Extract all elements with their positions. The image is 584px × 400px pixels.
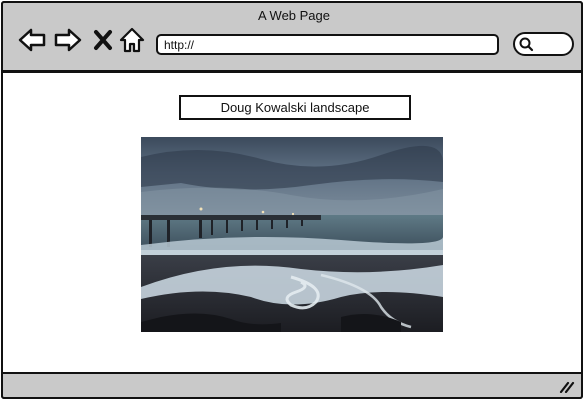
window-title: A Web Page	[257, 8, 331, 23]
search-icon	[519, 37, 534, 52]
page-heading: Doug Kowalski landscape	[179, 95, 411, 120]
browser-statusbar	[1, 372, 583, 399]
resize-grip-icon[interactable]	[559, 379, 575, 393]
browser-window: A Web Page http:// Doug Kowalski landsca…	[0, 0, 584, 400]
close-icon[interactable]	[92, 25, 114, 55]
forward-arrow-icon[interactable]	[53, 25, 83, 55]
search-input[interactable]	[513, 32, 574, 56]
address-bar[interactable]: http://	[156, 34, 499, 55]
browser-titlebar: A Web Page http://	[1, 1, 583, 73]
landscape-photo	[141, 137, 443, 332]
home-icon[interactable]	[119, 25, 145, 55]
back-arrow-icon[interactable]	[17, 25, 47, 55]
